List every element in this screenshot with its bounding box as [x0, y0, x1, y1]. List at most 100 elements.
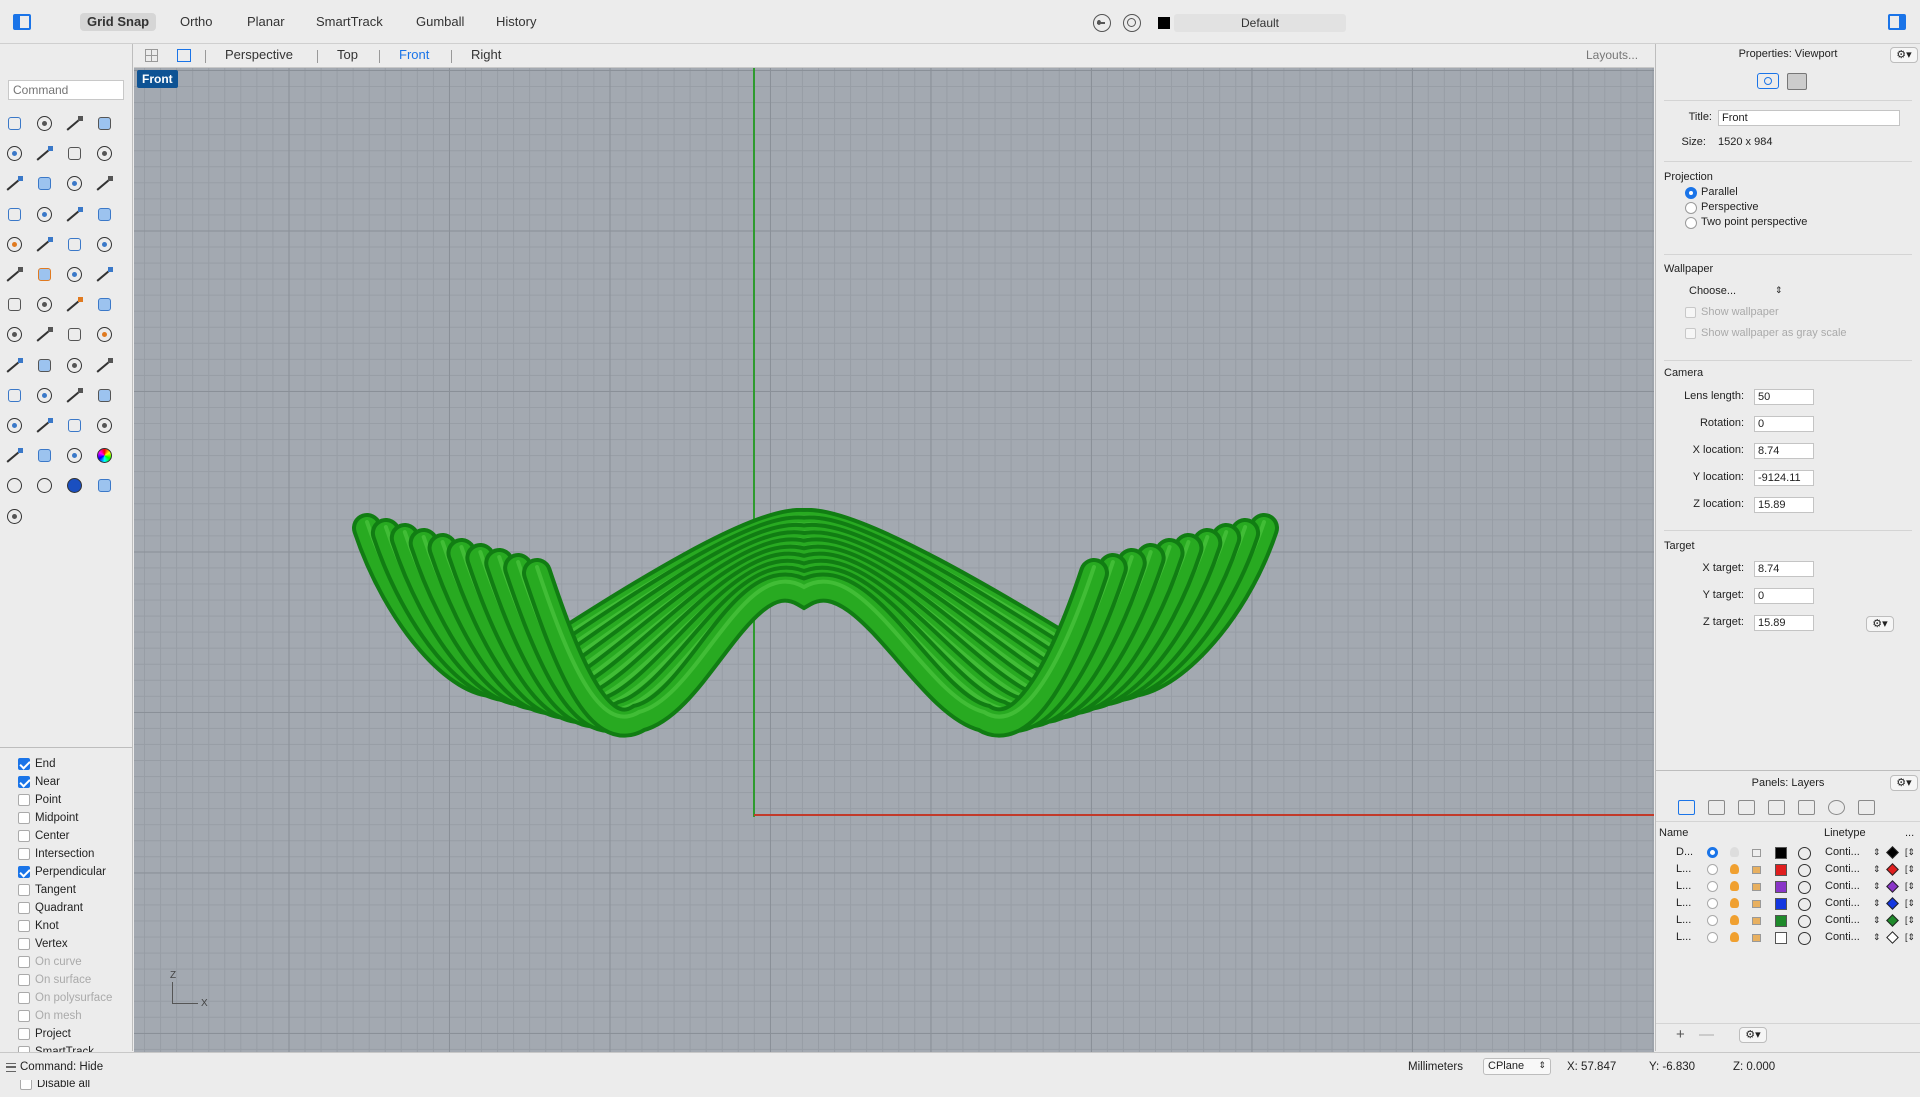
print-color-diamond[interactable]: [1886, 914, 1899, 927]
toggle-right-panel-icon[interactable]: [1888, 14, 1906, 30]
display-icon[interactable]: [1798, 800, 1815, 815]
material-circle-icon[interactable]: [1798, 915, 1811, 928]
lock-icon[interactable]: [1752, 866, 1761, 874]
osnap-circle-icon[interactable]: [1123, 14, 1141, 32]
osnap-checkbox[interactable]: [18, 1028, 30, 1040]
gumball-icon[interactable]: [1858, 800, 1875, 815]
tab-front[interactable]: Front: [399, 47, 429, 62]
color-wheel-icon[interactable]: [94, 445, 116, 467]
material-circle-icon[interactable]: [1798, 932, 1811, 945]
material-icon[interactable]: [64, 445, 86, 467]
tab-perspective[interactable]: Perspective: [225, 47, 293, 62]
current-layer-field[interactable]: Default: [1174, 14, 1346, 32]
fillet-icon[interactable]: [34, 173, 56, 195]
single-view-icon[interactable]: [177, 49, 191, 62]
osnap-checkbox[interactable]: [18, 776, 30, 788]
layer-color-swatch[interactable]: [1775, 932, 1787, 944]
lock-icon[interactable]: [1752, 900, 1761, 908]
view-manager-icon[interactable]: [64, 415, 86, 437]
layers-bottom-gear-icon[interactable]: ⚙▾: [1739, 1027, 1767, 1043]
gumball-toggle[interactable]: Gumball: [409, 13, 471, 31]
move-curve-icon[interactable]: [94, 264, 116, 286]
zoom-selected-icon[interactable]: [94, 385, 116, 407]
osnap-item-on-mesh[interactable]: On mesh: [18, 1008, 82, 1024]
record-history-icon[interactable]: [1093, 14, 1111, 32]
layers-col-linetype[interactable]: Linetype: [1824, 827, 1866, 839]
four-view-icon[interactable]: [145, 49, 158, 62]
history-toggle[interactable]: History: [489, 13, 543, 31]
point-icon[interactable]: [34, 113, 56, 135]
loft-icon[interactable]: [94, 173, 116, 195]
zoom-icon[interactable]: [4, 385, 26, 407]
trim-icon[interactable]: [64, 234, 86, 256]
print-color-diamond[interactable]: [1886, 880, 1899, 893]
ellipse-icon[interactable]: [34, 143, 56, 165]
print-width-stepper-icon[interactable]: [⇕: [1905, 864, 1915, 875]
osnap-item-intersection[interactable]: Intersection: [18, 846, 94, 862]
layer-color-swatch[interactable]: [1775, 898, 1787, 910]
page-icon[interactable]: [1708, 800, 1725, 815]
print-width-stepper-icon[interactable]: [⇕: [1905, 881, 1915, 892]
layers-col-more[interactable]: ...: [1905, 827, 1914, 839]
layer-row[interactable]: L... Conti... ⇕ [⇕: [1656, 930, 1920, 947]
osnap-checkbox[interactable]: [18, 920, 30, 932]
title-field[interactable]: [1718, 110, 1900, 126]
check-icon[interactable]: [34, 355, 56, 377]
linetype-value[interactable]: Conti...: [1825, 863, 1860, 875]
group-icon[interactable]: [4, 264, 26, 286]
cplane-select[interactable]: CPlane ⇕: [1483, 1058, 1551, 1075]
lightbulb-icon[interactable]: [1730, 847, 1739, 857]
polygon-icon[interactable]: [4, 173, 26, 195]
lens-length-field[interactable]: [1754, 389, 1814, 405]
y-target-field[interactable]: [1754, 588, 1814, 604]
osnap-item-center[interactable]: Center: [18, 828, 70, 844]
osnap-checkbox[interactable]: [18, 830, 30, 842]
shaded-sphere-icon[interactable]: [34, 475, 56, 497]
linetype-stepper-icon[interactable]: ⇕: [1873, 847, 1881, 858]
osnap-item-end[interactable]: End: [18, 756, 55, 772]
lightbulb-icon[interactable]: [1730, 864, 1739, 874]
transform-icon[interactable]: [94, 324, 116, 346]
osnap-checkbox[interactable]: [18, 758, 30, 770]
projection-parallel-radio[interactable]: [1685, 187, 1697, 199]
cube-icon[interactable]: [1738, 800, 1755, 815]
tab-top[interactable]: Top: [337, 47, 358, 62]
osnap-checkbox[interactable]: [18, 794, 30, 806]
rectangle-icon[interactable]: [94, 143, 116, 165]
layer-color-swatch[interactable]: [1158, 17, 1170, 29]
osnap-checkbox[interactable]: [18, 884, 30, 896]
text-icon[interactable]: [4, 294, 26, 316]
curve-icon[interactable]: [94, 113, 116, 135]
print-icon[interactable]: [1768, 800, 1785, 815]
current-layer-radio[interactable]: [1707, 847, 1718, 858]
wireframe-sphere-icon[interactable]: [4, 475, 26, 497]
osnap-checkbox[interactable]: [18, 848, 30, 860]
array-icon[interactable]: [34, 264, 56, 286]
layer-row[interactable]: D... Conti... ⇕ [⇕: [1656, 845, 1920, 862]
box-icon[interactable]: [4, 204, 26, 226]
print-color-diamond[interactable]: [1886, 846, 1899, 859]
osnap-checkbox[interactable]: [18, 812, 30, 824]
layers-icon[interactable]: [1678, 800, 1695, 815]
current-layer-radio[interactable]: [1707, 864, 1718, 875]
linetype-stepper-icon[interactable]: ⇕: [1873, 864, 1881, 875]
osnap-checkbox[interactable]: [18, 938, 30, 950]
y-location-field[interactable]: [1754, 470, 1814, 486]
print-width-stepper-icon[interactable]: [⇕: [1905, 932, 1915, 943]
print-color-diamond[interactable]: [1886, 897, 1899, 910]
z-location-field[interactable]: [1754, 497, 1814, 513]
osnap-checkbox[interactable]: [18, 866, 30, 878]
osnap-checkbox[interactable]: [18, 974, 30, 986]
planar-toggle[interactable]: Planar: [240, 13, 292, 31]
material-circle-icon[interactable]: [1798, 898, 1811, 911]
cplane-icon[interactable]: [94, 415, 116, 437]
lightbulb-icon[interactable]: [1730, 898, 1739, 908]
osnap-item-midpoint[interactable]: Midpoint: [18, 810, 78, 826]
viewport-display-icon[interactable]: [1787, 73, 1807, 90]
linetype-value[interactable]: Conti...: [1825, 897, 1860, 909]
material-circle-icon[interactable]: [1798, 881, 1811, 894]
material-circle-icon[interactable]: [1798, 847, 1811, 860]
osnap-item-perpendicular[interactable]: Perpendicular: [18, 864, 106, 880]
lock-icon[interactable]: [1752, 934, 1761, 942]
lock-icon[interactable]: [1752, 849, 1761, 857]
